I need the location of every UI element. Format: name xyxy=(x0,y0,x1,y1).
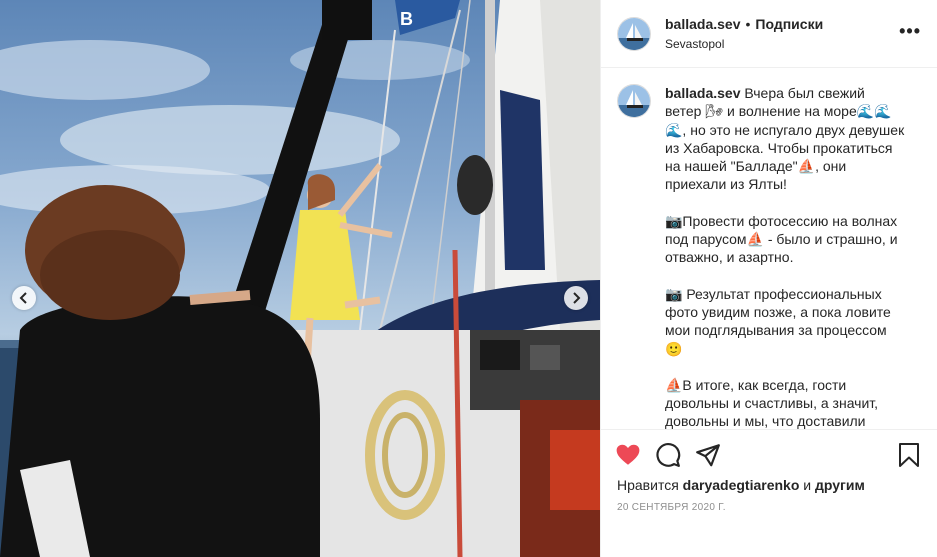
chevron-right-icon xyxy=(573,292,581,304)
caption-avatar[interactable] xyxy=(617,84,651,118)
instagram-post: B ballada.sev • Подписки Sevastopol ••• … xyxy=(0,0,937,557)
save-button[interactable] xyxy=(897,442,921,468)
comments-area: ballada.sev Вчера был свежий ветер 🌬 и в… xyxy=(601,68,937,429)
post-header: ballada.sev • Подписки Sevastopol ••• xyxy=(601,0,937,68)
caption-paragraph: 📷 Результат профессиональных фото увидим… xyxy=(665,285,891,357)
svg-text:B: B xyxy=(400,9,413,29)
likes-middle: и xyxy=(803,477,812,493)
location-link[interactable]: Sevastopol xyxy=(665,37,823,51)
post-date[interactable]: 20 СЕНТЯБРЯ 2020 Г. xyxy=(617,502,726,513)
action-icons xyxy=(615,442,721,468)
caption-paragraph: 📷Провести фотосессию на волнах под парус… xyxy=(665,212,898,266)
avatar[interactable] xyxy=(617,16,651,51)
header-line: ballada.sev • Подписки xyxy=(665,16,823,32)
sailing-photo: B xyxy=(0,0,600,557)
post-caption: ballada.sev Вчера был свежий ветер 🌬 и в… xyxy=(665,84,905,429)
follow-button[interactable]: Подписки xyxy=(755,16,823,32)
likes-summary: Нравится daryadegtiarenko и другим xyxy=(617,477,865,493)
caption-text: Вчера был свежий ветер 🌬 и волнение на м… xyxy=(665,85,905,193)
likes-others-link[interactable]: другим xyxy=(815,477,865,493)
likes-prefix: Нравится xyxy=(617,477,679,493)
previous-photo-button[interactable] xyxy=(12,286,36,310)
username-link[interactable]: ballada.sev xyxy=(665,16,741,32)
post-side-panel: ballada.sev • Подписки Sevastopol ••• ba… xyxy=(600,0,937,557)
more-icon: ••• xyxy=(899,21,921,41)
post-actions: Нравится daryadegtiarenko и другим 20 СЕ… xyxy=(601,429,937,557)
next-photo-button[interactable] xyxy=(564,286,588,310)
sailboat-avatar-icon xyxy=(618,85,650,117)
header-user-info: ballada.sev • Подписки Sevastopol xyxy=(665,16,823,51)
post-photo[interactable]: B xyxy=(0,0,600,557)
comment-icon[interactable] xyxy=(655,442,681,468)
caption-paragraph: ballada.sev Вчера был свежий ветер 🌬 и в… xyxy=(665,84,905,194)
share-icon[interactable] xyxy=(695,442,721,468)
chevron-left-icon xyxy=(19,292,27,304)
bookmark-icon xyxy=(899,443,919,467)
caption-username[interactable]: ballada.sev xyxy=(665,85,741,101)
sailboat-avatar-icon xyxy=(618,17,650,50)
heart-icon[interactable] xyxy=(615,442,641,468)
liker-username[interactable]: daryadegtiarenko xyxy=(683,477,800,493)
separator-dot: • xyxy=(745,16,751,32)
caption-paragraph: ⛵В итоге, как всегда, гости довольны и с… xyxy=(665,376,879,429)
more-options-button[interactable]: ••• xyxy=(899,21,921,41)
